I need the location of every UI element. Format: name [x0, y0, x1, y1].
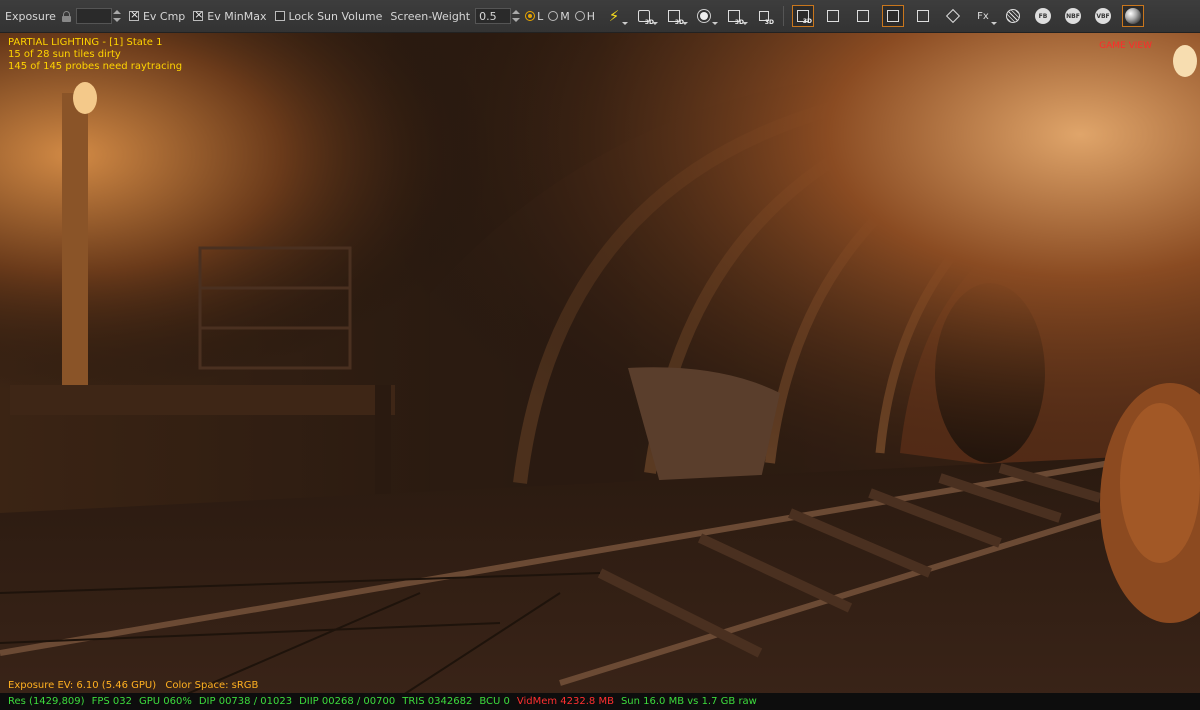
toolbar-separator: [783, 6, 785, 26]
probes-status: 145 of 145 probes need raytracing: [8, 61, 183, 72]
lock-sun-volume-checkbox[interactable]: [274, 11, 285, 21]
stat-sun: Sun 16.0 MB vs 1.7 GB raw: [620, 696, 757, 707]
screen-weight-label: Screen-Weight: [390, 9, 471, 23]
camera-3d-icon[interactable]: 3D: [633, 5, 659, 27]
fx-icon[interactable]: Fx: [972, 5, 998, 27]
exposure-readout: Exposure EV: 6.10 (5.46 GPU) Color Space…: [8, 680, 264, 691]
screen-weight-spinner[interactable]: [512, 8, 521, 24]
stat-bcu: BCU 0: [479, 696, 510, 707]
exposure-ev-text: Exposure EV: 6.10 (5.46 GPU): [8, 680, 157, 691]
shaded-sphere-icon[interactable]: [1122, 5, 1145, 27]
quality-low-label: L: [537, 9, 544, 23]
brush-icon[interactable]: [942, 5, 964, 27]
quality-high-label: H: [586, 9, 596, 23]
vbf-icon[interactable]: VBF: [1092, 5, 1114, 27]
fb-icon[interactable]: FB: [1032, 5, 1054, 27]
ev-cmp-label: Ev Cmp: [142, 9, 186, 23]
add-transform-icon[interactable]: [852, 5, 874, 27]
stats-bar: Res (1429,809) FPS 032 GPU 060% DIP 0073…: [0, 693, 1200, 710]
exposure-spinner[interactable]: [112, 8, 121, 24]
lock-sun-volume-label: Lock Sun Volume: [288, 9, 383, 23]
frame-icon[interactable]: [882, 5, 905, 27]
transform-3d-icon[interactable]: 3D: [792, 5, 815, 27]
stat-diip: DIIP 00268 / 00700: [299, 696, 396, 707]
stat-vidmem: VidMem 4232.8 MB: [516, 696, 614, 707]
stat-tris: TRIS 0342682: [402, 696, 473, 707]
lock-3d-icon[interactable]: 3D: [753, 5, 775, 27]
tunnel-scene: [0, 33, 1200, 710]
light-bulb-icon[interactable]: [693, 5, 719, 27]
game-view-label: GAME VIEW: [1099, 41, 1152, 51]
exposure-input[interactable]: [75, 8, 112, 24]
exposure-label: Exposure: [5, 9, 56, 23]
lightning-icon[interactable]: ⚡: [603, 5, 629, 27]
screen-weight-input[interactable]: 0.5: [475, 8, 512, 24]
nbf-icon[interactable]: NBF: [1062, 5, 1084, 27]
screen-3d-icon[interactable]: 3D: [663, 5, 689, 27]
transform-icon[interactable]: [822, 5, 844, 27]
lighting-state-title: PARTIAL LIGHTING - [1] State 1: [8, 37, 163, 48]
stat-fps: FPS 032: [91, 696, 132, 707]
game-viewport[interactable]: PARTIAL LIGHTING - [1] State 1 15 of 28 …: [0, 33, 1200, 710]
stat-gpu: GPU 060%: [138, 696, 192, 707]
ev-minmax-checkbox[interactable]: [193, 8, 204, 21]
sun-tiles-status: 15 of 28 sun tiles dirty: [8, 49, 121, 60]
crop-icon[interactable]: [912, 5, 934, 27]
wireframe-sphere-icon[interactable]: [1002, 5, 1024, 27]
toolbar: Exposure Ev Cmp Ev MinMax Lock Sun Volum…: [0, 0, 1200, 33]
quality-low-radio[interactable]: [525, 11, 536, 21]
lock-icon[interactable]: [61, 10, 71, 22]
color-space-text: Color Space: sRGB: [165, 680, 259, 691]
stat-res: Res (1429,809): [8, 696, 85, 707]
ev-cmp-checkbox[interactable]: [128, 8, 139, 21]
view-3d-icon[interactable]: 3D: [723, 5, 749, 27]
stat-dip: DIP 00738 / 01023: [198, 696, 293, 707]
ev-minmax-label: Ev MinMax: [207, 9, 267, 23]
quality-high-radio[interactable]: [574, 11, 585, 21]
quality-medium-label: M: [560, 9, 570, 23]
quality-medium-radio[interactable]: [548, 11, 559, 21]
lighting-status: PARTIAL LIGHTING - [1] State 1 15 of 28 …: [8, 37, 182, 73]
